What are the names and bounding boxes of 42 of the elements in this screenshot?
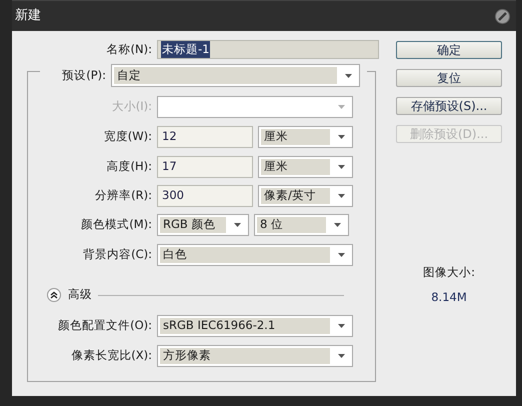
- dialog-button[interactable]: 确定: [396, 41, 502, 59]
- dropdown-arrow-icon: [334, 223, 341, 227]
- dropdown[interactable]: 厘米: [258, 156, 353, 178]
- dialog-button[interactable]: 存储预设(S)...: [396, 97, 502, 115]
- dropdown-arrow-icon: [345, 74, 352, 78]
- dropdown[interactable]: RGB 颜色: [157, 214, 249, 236]
- close-icon[interactable]: [495, 8, 510, 24]
- dropdown-arrow-icon: [338, 324, 345, 328]
- input-field[interactable]: 300: [157, 185, 253, 207]
- dropdown[interactable]: 方形像素: [157, 345, 353, 367]
- field-label: 像素长宽比(X):: [70, 347, 152, 364]
- field-label: 名称(N):: [106, 40, 152, 58]
- field-label: 预设(P):: [61, 66, 106, 84]
- dropdown-arrow-icon: [338, 194, 345, 198]
- dropdown[interactable]: 白色: [157, 244, 353, 266]
- field-label: 颜色配置文件(O):: [57, 317, 152, 334]
- field-label: 分辨率(R):: [94, 187, 152, 204]
- image-size-label: 图像大小:: [422, 264, 476, 281]
- dropdown[interactable]: 8 位: [254, 214, 349, 236]
- dropdown-arrow-icon: [234, 223, 241, 227]
- dropdown[interactable]: 厘米: [258, 126, 353, 148]
- dropdown-arrow-icon: [338, 354, 345, 358]
- image-size-value: 8.14M: [430, 289, 468, 306]
- collapse-icon[interactable]: [47, 288, 61, 302]
- dropdown-arrow-icon: [338, 105, 345, 109]
- section-label: 高级: [68, 286, 92, 304]
- name-field[interactable]: 未标题-1: [157, 40, 379, 59]
- input-field[interactable]: 17: [157, 156, 253, 178]
- dropdown[interactable]: 自定: [111, 64, 360, 87]
- dialog-button[interactable]: 复位: [396, 69, 502, 87]
- field-label: 颜色模式(M):: [80, 216, 152, 234]
- field-label: 高度(H):: [106, 158, 152, 176]
- field-label: 背景内容(C):: [82, 246, 152, 264]
- dropdown[interactable]: sRGB IEC61966-2.1: [157, 315, 353, 337]
- dropdown-arrow-icon: [338, 165, 345, 169]
- dropdown-arrow-icon: [338, 253, 345, 257]
- field-label: 大小(I):: [110, 98, 152, 116]
- dropdown[interactable]: 像素/英寸: [258, 185, 353, 207]
- field-label: 宽度(W):: [102, 128, 152, 146]
- window-title: 新建: [15, 7, 41, 26]
- dropdown-arrow-icon: [338, 135, 345, 139]
- input-field[interactable]: 12: [157, 126, 253, 148]
